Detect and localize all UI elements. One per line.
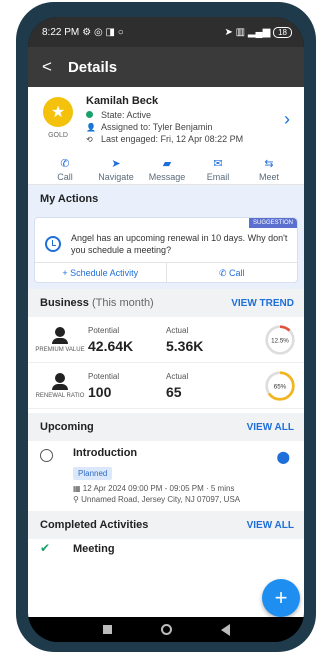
completed-activity[interactable]: ✔ Meeting xyxy=(28,539,304,555)
upcoming-title: Upcoming xyxy=(40,421,94,433)
progress-ring: 65% xyxy=(265,370,295,401)
call-action[interactable]: ✆ Call xyxy=(40,157,90,184)
assigned-to: Assigned to: Tyler Benjamin xyxy=(101,122,213,132)
tier-badge: ★ GOLD xyxy=(40,95,76,151)
meet-action[interactable]: ⇆ Meet xyxy=(244,157,294,184)
suggestion-wrapper: SUGGESTION Angel has an upcoming renewal… xyxy=(28,213,304,289)
location-icon: ⚲ xyxy=(73,495,82,504)
chevron-right-icon[interactable]: › xyxy=(284,109,290,130)
metric-label: RENEWAL RATIO xyxy=(35,392,85,399)
status-badge: Planned xyxy=(73,467,113,480)
suggestion-call-button[interactable]: ✆ Call xyxy=(165,263,298,282)
recents-button[interactable] xyxy=(102,625,112,634)
message-action[interactable]: ▰ Message xyxy=(142,157,192,184)
completed-item-title: Meeting xyxy=(73,543,115,555)
completed-header: Completed Activities VIEW ALL xyxy=(28,511,304,539)
history-icon: ⟲ xyxy=(86,134,93,144)
actual-value: 65 xyxy=(166,383,182,400)
suggestion-tag: SUGGESTION xyxy=(248,218,297,228)
navigate-icon: ➤ xyxy=(111,158,121,170)
star-icon: ★ xyxy=(43,97,73,127)
upcoming-header: Upcoming VIEW ALL xyxy=(28,413,304,441)
status-dot-icon xyxy=(86,110,93,118)
my-actions-title: My Actions xyxy=(40,193,99,205)
call-label: Call xyxy=(57,172,73,182)
map-pin-icon[interactable]: ⬤ xyxy=(277,450,290,464)
battery-icon: 18 xyxy=(273,26,292,38)
metric-row: RENEWAL RATIO Potential 100 Actual 65 65% xyxy=(28,363,304,409)
activity-location: Unnamed Road, Jersey City, NJ 07097, USA xyxy=(81,495,241,504)
phone-icon: ✆ xyxy=(60,158,70,170)
business-title: Business xyxy=(40,297,89,309)
view-all-completed-link[interactable]: VIEW ALL xyxy=(247,520,294,531)
complete-radio[interactable] xyxy=(40,449,53,462)
add-fab-button[interactable]: + xyxy=(262,579,300,617)
status-icons: ⚙ ◎ ◨ ○ xyxy=(82,26,124,38)
meet-icon: ⇆ xyxy=(264,158,274,170)
activity-title: Introduction xyxy=(73,447,138,459)
message-icon: ▰ xyxy=(162,158,172,170)
potential-caption: Potential xyxy=(88,325,120,335)
calendar-icon: ▦ xyxy=(73,484,83,493)
suggestion-card: SUGGESTION Angel has an upcoming renewal… xyxy=(34,217,298,283)
potential-value: 42.64K xyxy=(88,337,134,354)
page-title: Details xyxy=(67,58,118,76)
tier-label: GOLD xyxy=(48,132,68,139)
clock-icon xyxy=(45,236,61,252)
completed-title: Completed Activities xyxy=(40,519,149,531)
ring-label: 12.5% xyxy=(271,337,289,344)
schedule-activity-button[interactable]: + Schedule Activity xyxy=(35,263,166,282)
my-actions-header: My Actions xyxy=(28,185,304,213)
email-icon: ✉ xyxy=(213,158,223,170)
phone-screen: 8:22 PM ⚙ ◎ ◨ ○ ➤ ▥ ▂▄▆ 18 < Details ★ GO… xyxy=(28,17,304,642)
content: ★ GOLD Kamilah Beck State: Active 👤 Assig… xyxy=(28,87,304,617)
upcoming-activity[interactable]: Introduction Planned ▦ 12 Apr 2024 09:00… xyxy=(28,441,304,511)
profile-card[interactable]: ★ GOLD Kamilah Beck State: Active 👤 Assig… xyxy=(28,87,304,151)
status-time: 8:22 PM xyxy=(42,26,80,38)
nav-back-button[interactable] xyxy=(220,623,230,636)
business-period: (This month) xyxy=(91,297,154,309)
view-trend-link[interactable]: VIEW TREND xyxy=(231,298,294,309)
person-body xyxy=(52,383,68,390)
home-button[interactable] xyxy=(160,624,172,635)
potential-caption: Potential xyxy=(88,371,120,381)
email-action[interactable]: ✉ Email xyxy=(193,157,243,184)
back-button[interactable]: < xyxy=(42,57,52,77)
actual-caption: Actual xyxy=(166,325,189,335)
status-bar: 8:22 PM ⚙ ◎ ◨ ○ ➤ ▥ ▂▄▆ 18 xyxy=(28,17,304,47)
person-body xyxy=(52,337,68,344)
customer-state: State: Active xyxy=(101,110,152,120)
system-nav-bar xyxy=(28,617,304,642)
view-all-upcoming-link[interactable]: VIEW ALL xyxy=(247,422,294,433)
actual-value: 5.36K xyxy=(166,337,204,354)
app-bar: < Details xyxy=(28,47,304,87)
actual-caption: Actual xyxy=(166,371,189,381)
suggestion-text: Angel has an upcoming renewal in 10 days… xyxy=(71,233,288,255)
person-icon xyxy=(55,372,65,383)
check-icon: ✔ xyxy=(40,541,51,555)
signal-icon: ➤ ▥ ▂▄▆ xyxy=(224,26,274,38)
metric-label: PREMIUM VALUE xyxy=(35,346,85,353)
message-label: Message xyxy=(148,172,186,182)
ring-label: 65% xyxy=(274,383,287,390)
customer-name: Kamilah Beck xyxy=(86,95,159,107)
navigate-action[interactable]: ➤ Navigate xyxy=(91,157,141,184)
metric-row: PREMIUM VALUE Potential 42.64K Actual 5.36… xyxy=(28,317,304,363)
navigate-label: Navigate xyxy=(98,172,134,182)
potential-value: 100 xyxy=(88,383,112,400)
suggestion-call-label: Call xyxy=(229,268,245,278)
activity-time: 12 Apr 2024 09:00 PM - 09:05 PM · 5 mins xyxy=(82,484,235,493)
person-icon xyxy=(55,326,65,337)
phone-icon: ✆ xyxy=(218,268,230,278)
progress-ring: 12.5% xyxy=(265,324,295,355)
business-header: Business (This month) VIEW TREND xyxy=(28,289,304,317)
meet-label: Meet xyxy=(258,172,279,182)
person-icon: 👤 xyxy=(86,122,96,132)
quick-actions: ✆ Call ➤ Navigate ▰ Message ✉ Email ⇆ Me… xyxy=(28,151,304,185)
email-label: Email xyxy=(206,172,230,182)
last-engaged: Last engaged: Fri, 12 Apr 08:22 PM xyxy=(101,134,244,144)
